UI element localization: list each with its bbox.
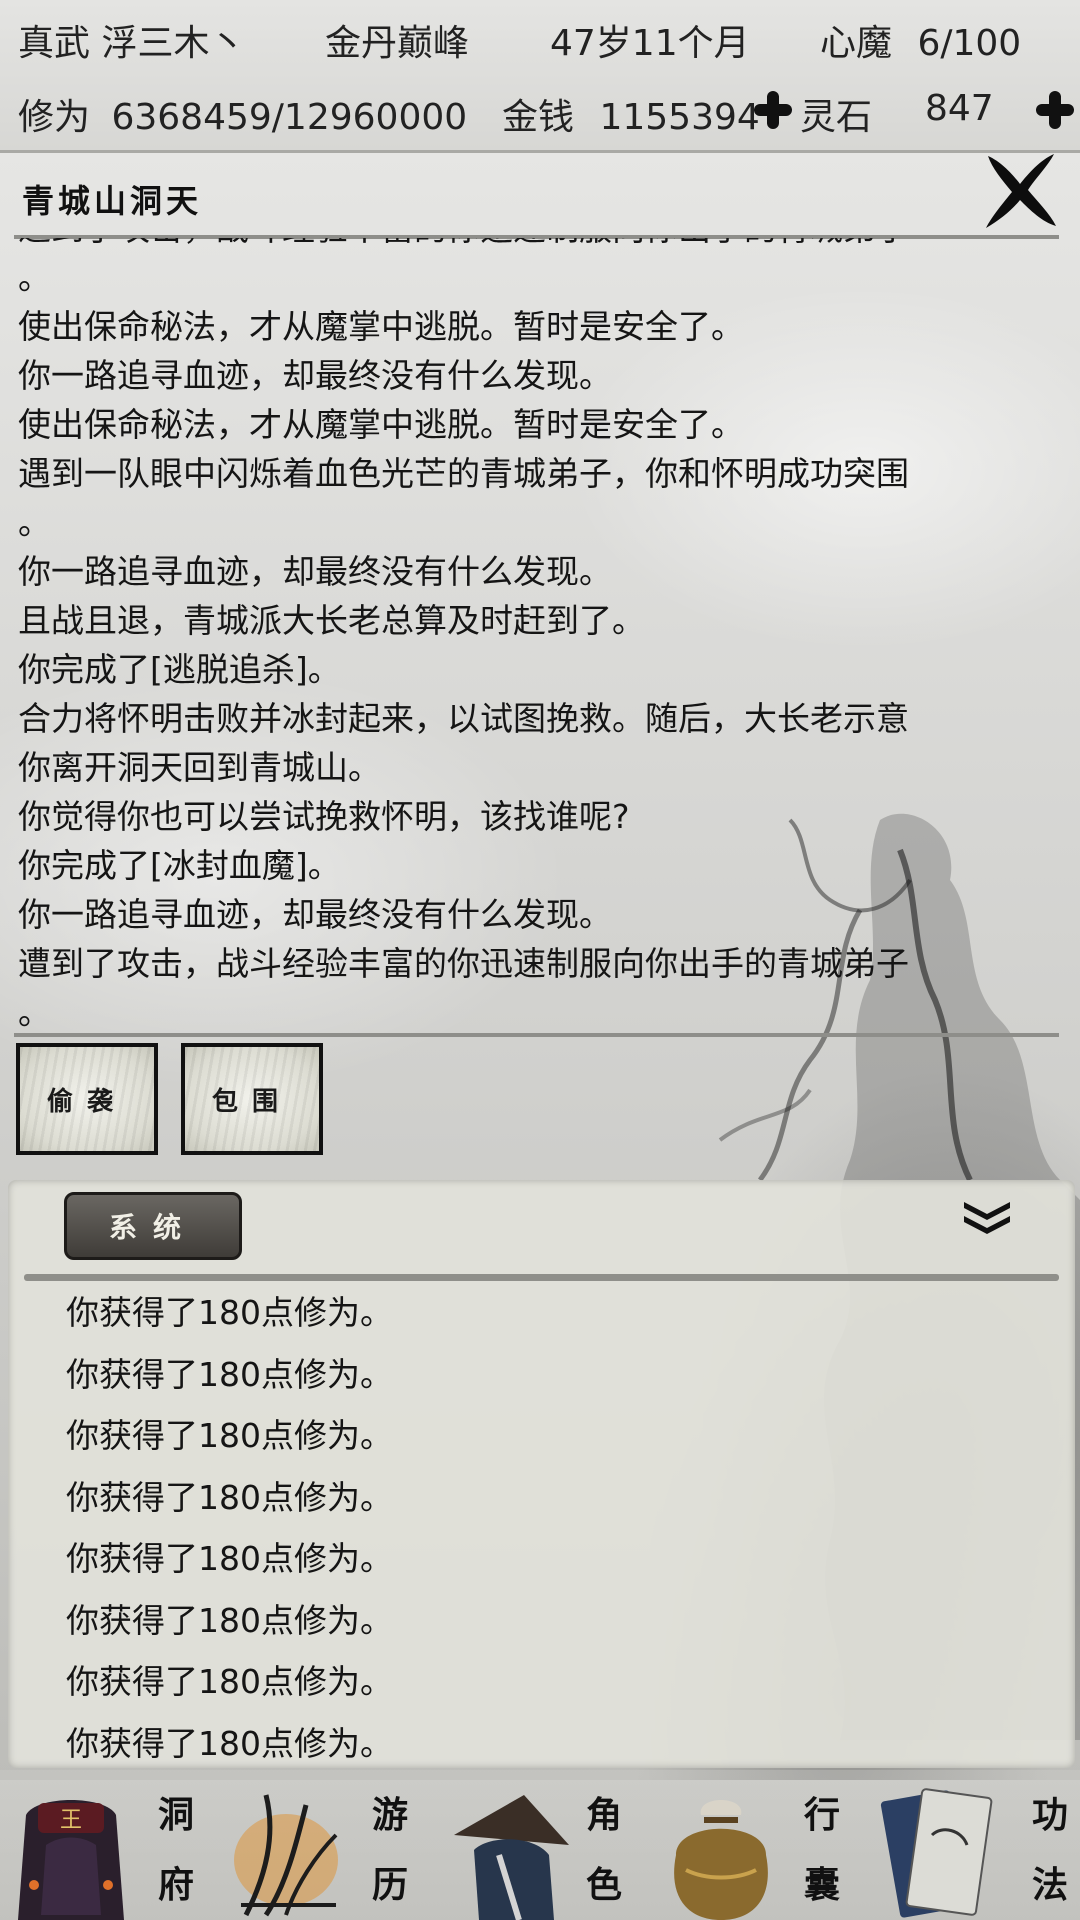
cave-dwelling-icon: 王 [18, 1800, 124, 1920]
add-money-plus-icon[interactable] [752, 89, 794, 131]
add-spirit-stone-plus-icon[interactable] [1034, 89, 1076, 131]
system-message-panel: 系统 你获得了180点修为。 你获得了180点修为。 你获得了180点修为。 你获得了… [8, 1180, 1075, 1768]
nav-label-char: 行 [804, 1794, 841, 1836]
event-title: 青城山洞天 [22, 182, 203, 220]
bag-icon [674, 1800, 768, 1920]
event-log-line: 使出保命秘法，才从魔掌中逃脱。暂时是安全了。 [18, 307, 744, 346]
system-message: 你获得了180点修为。 [66, 1662, 393, 1701]
nav-label-char: 府 [158, 1864, 195, 1906]
action-button-surround[interactable]: 包围 [181, 1043, 323, 1155]
nav-item-travel[interactable]: 游 历 [216, 1770, 432, 1920]
event-log-line: 你完成了[冰封血魔]。 [18, 846, 341, 885]
system-message: 你获得了180点修为。 [66, 1600, 393, 1640]
event-log-line: 你完成了[逃脱追杀]。 [18, 650, 341, 689]
event-log-line: 。 [18, 503, 51, 542]
event-log-line: 你觉得你也可以尝试挽救怀明，该找谁呢? [18, 797, 630, 836]
system-message: 你获得了180点修为。 [66, 1477, 393, 1517]
event-log-line: 你一路追寻血迹，却最终没有什么发现。 [18, 356, 612, 395]
cultivation-label: 修为 [18, 97, 91, 138]
event-log-line: 你一路追寻血迹，却最终没有什么发现。 [18, 552, 612, 591]
nav-label-char: 洞 [158, 1794, 195, 1836]
nav-label-char: 色 [586, 1864, 623, 1906]
system-log: 你获得了180点修为。 你获得了180点修为。 你获得了180点修为。 你获得了180… [66, 1282, 1046, 1762]
system-message: 你获得了180点修为。 [66, 1416, 393, 1455]
event-log-line: 遭到了攻击，战斗经验丰富的你迅速制服向你出手的青城弟子 [18, 944, 909, 983]
close-icon [986, 154, 1056, 228]
cultivation-stat: 修为 6368459/12960000 [18, 88, 467, 140]
scroll-book-icon [880, 1788, 993, 1918]
system-divider [24, 1274, 1059, 1281]
heart-demon-value: 6/100 [917, 23, 1022, 64]
event-log-line: 合力将怀明击败并冰封起来，以试图挽救。随后，大长老示意 [18, 699, 909, 738]
money-stat: 金钱 1155394 [502, 88, 760, 140]
spirit-stone-value: 847 [925, 88, 994, 129]
system-message: 你获得了180点修为。 [66, 1723, 393, 1763]
money-value: 1155394 [599, 97, 760, 138]
svg-text:王: 王 [60, 1808, 82, 1833]
event-log: 遭到了攻击，战斗经验丰富的你迅速制服向你出手的青城弟子。使出保命秘法，才从魔掌中… [18, 238, 1058, 1028]
nav-label-char: 角 [586, 1794, 623, 1836]
cultivation-value: 6368459/12960000 [111, 97, 468, 138]
bottom-nav: 王 洞 府 游 历 角 色 行 囊 功 法 [0, 1770, 1080, 1920]
nav-item-character[interactable]: 角 色 [432, 1770, 648, 1920]
player-realm: 金丹巅峰 [325, 23, 470, 64]
player-name: 真武 浮三木丶 [18, 23, 246, 64]
heart-demon-stat: 心魔 6/100 [820, 14, 1021, 66]
system-message: 你获得了180点修为。 [66, 1354, 393, 1394]
spirit-stone-label: 灵石 [800, 97, 873, 138]
player-age: 47岁11个月 [550, 23, 750, 64]
system-message: 你获得了180点修为。 [66, 1539, 393, 1578]
event-log-line: 你一路追寻血迹，却最终没有什么发现。 [18, 895, 612, 934]
event-log-line: 使出保命秘法，才从魔掌中逃脱。暂时是安全了。 [18, 405, 744, 444]
nav-item-cave-dwelling[interactable]: 王 洞 府 [0, 1770, 216, 1920]
travel-icon [234, 1794, 338, 1917]
nav-label-char: 游 [372, 1794, 409, 1836]
nav-label-char: 囊 [804, 1864, 841, 1906]
system-tab[interactable]: 系统 [64, 1192, 242, 1260]
event-log-line: 且战且退，青城派大长老总算及时赶到了。 [18, 601, 645, 640]
event-log-line: 遭到了攻击，战斗经验丰富的你迅速制服向你出手的青城弟子 [18, 238, 1058, 253]
character-icon [454, 1795, 569, 1920]
event-log-line: 。 [18, 993, 51, 1028]
double-chevron-down-icon [964, 1202, 1010, 1234]
nav-label-char: 法 [1032, 1864, 1069, 1906]
status-bar: 真武 浮三木丶 金丹巅峰 47岁11个月 心魔 6/100 修为 6368459… [0, 0, 1080, 153]
nav-item-bag[interactable]: 行 囊 [648, 1770, 864, 1920]
nav-item-skills[interactable]: 功 法 [864, 1770, 1080, 1920]
event-log-line: 。 [18, 258, 51, 297]
heart-demon-label: 心魔 [820, 23, 893, 64]
system-message: 你获得了180点修为。 [66, 1293, 393, 1332]
nav-label-char: 历 [372, 1864, 409, 1906]
event-log-divider [14, 1033, 1059, 1037]
event-log-line: 遇到一队眼中闪烁着血色光芒的青城弟子，你和怀明成功突围 [18, 454, 909, 493]
collapse-button[interactable] [960, 1198, 1014, 1238]
event-log-line: 你离开洞天回到青城山。 [18, 748, 381, 787]
close-button[interactable] [980, 150, 1060, 230]
money-label: 金钱 [502, 97, 575, 138]
action-button-sneak-attack[interactable]: 偷袭 [16, 1043, 158, 1155]
nav-label-char: 功 [1032, 1794, 1069, 1836]
